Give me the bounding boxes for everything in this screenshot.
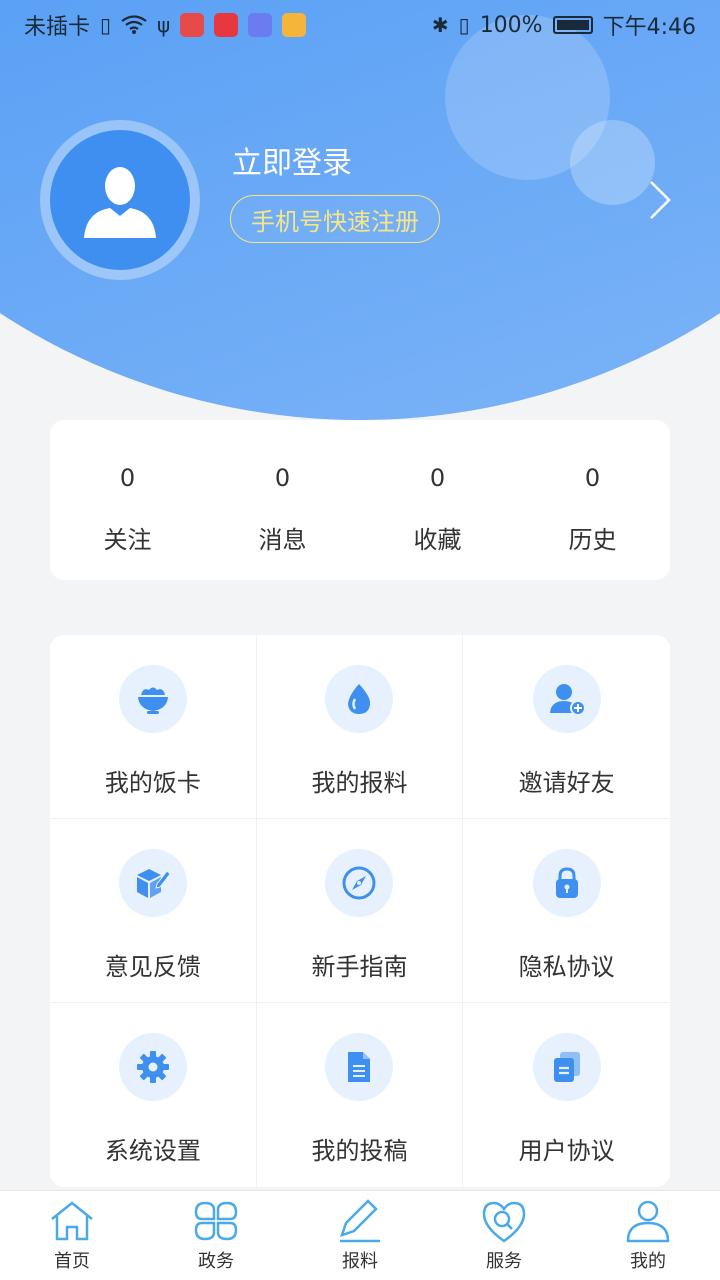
- chevron-right-icon[interactable]: [645, 178, 675, 222]
- nav-tab-report[interactable]: 报料: [288, 1191, 432, 1280]
- stat-value: 0: [274, 464, 291, 492]
- menu-item-label: 我的饭卡: [104, 769, 201, 797]
- food-app-icon: [282, 13, 307, 37]
- status-bar: 未插卡 ▯ ψ ✱ ▯ 100% 下午4:46: [0, 0, 720, 50]
- baidu-app-icon: [180, 13, 205, 37]
- menu-item-my-submissions[interactable]: 我的投稿: [257, 1003, 464, 1187]
- menu-item-label: 新手指南: [311, 953, 408, 981]
- stats-card: 0 关注 0 消息 0 收藏 0 历史: [50, 420, 670, 580]
- heart-search-icon: [482, 1201, 526, 1243]
- stat-messages[interactable]: 0 消息: [205, 420, 360, 580]
- menu-item-my-reports[interactable]: 我的报料: [256, 635, 464, 819]
- avatar[interactable]: [40, 120, 200, 280]
- decor-bubble: [570, 120, 655, 205]
- rice-bowl-icon: [137, 687, 168, 714]
- user-silhouette-icon: [84, 167, 156, 238]
- vibrate-icon: ▯: [458, 13, 470, 37]
- stat-value: 0: [584, 464, 601, 492]
- music-app-icon: [248, 13, 273, 37]
- bluetooth-icon: ✱: [431, 13, 449, 37]
- stat-label: 关注: [103, 526, 152, 554]
- nav-tab-government[interactable]: 政务: [144, 1191, 288, 1280]
- menu-item-label: 隐私协议: [518, 953, 615, 981]
- menu-item-label: 我的投稿: [311, 1137, 408, 1165]
- nav-tab-mine[interactable]: 我的: [576, 1191, 720, 1280]
- compass-icon: [342, 866, 376, 900]
- battery-percent: 100%: [479, 12, 543, 38]
- menu-item-system-settings[interactable]: 系统设置: [50, 1003, 257, 1187]
- bottom-nav: 首页 政务 报料 服务 我的: [0, 1190, 720, 1280]
- stat-label: 历史: [568, 526, 617, 554]
- menu-item-privacy-policy[interactable]: 隐私协议: [463, 819, 670, 1003]
- sim-alert-icon: ▯: [100, 13, 112, 37]
- lock-icon: [555, 867, 578, 898]
- wifi-icon: [121, 15, 147, 34]
- menu-item-label: 意见反馈: [104, 953, 201, 981]
- nav-tab-services[interactable]: 服务: [432, 1191, 576, 1280]
- carrier-label: 未插卡: [24, 15, 91, 40]
- feedback-box-icon: [136, 869, 171, 898]
- stat-value: 0: [119, 464, 136, 492]
- menu-item-label: 邀请好友: [518, 769, 615, 797]
- stat-label: 收藏: [413, 526, 462, 554]
- stacked-docs-icon: [553, 1052, 580, 1082]
- avatar-circle: [50, 130, 190, 270]
- clock: 下午4:46: [602, 15, 696, 40]
- stat-follow[interactable]: 0 关注: [50, 420, 205, 580]
- gear-icon: [136, 1051, 169, 1083]
- home-icon: [51, 1201, 93, 1241]
- usb-icon: ψ: [157, 13, 171, 37]
- menu-item-beginner-guide[interactable]: 新手指南: [256, 819, 464, 1003]
- menu-item-user-agreement[interactable]: 用户协议: [463, 1003, 670, 1187]
- menu-item-meal-card[interactable]: 我的饭卡: [50, 635, 257, 819]
- stat-favorites[interactable]: 0 收藏: [360, 420, 515, 580]
- profile-header: 未插卡 ▯ ψ ✱ ▯ 100% 下午4:46 立即登录 手机号快速注册: [0, 0, 720, 440]
- drop-icon: [348, 684, 371, 714]
- nav-label: 服务: [486, 1251, 522, 1272]
- menu-item-label: 系统设置: [104, 1137, 201, 1165]
- menu-grid: 我的饭卡 我的报料 邀请好友 意见反馈 新手指南 隐私协议 系统设置 我的投稿 …: [50, 635, 670, 1187]
- menu-item-feedback[interactable]: 意见反馈: [50, 819, 257, 1003]
- nav-tab-home[interactable]: 首页: [0, 1191, 144, 1280]
- stat-value: 0: [429, 464, 446, 492]
- clover-icon: [194, 1201, 238, 1241]
- stat-label: 消息: [258, 526, 307, 554]
- battery-icon: [552, 16, 593, 34]
- menu-item-invite-friends[interactable]: 邀请好友: [463, 635, 670, 819]
- pen-icon: [340, 1199, 380, 1243]
- nav-label: 首页: [54, 1251, 90, 1272]
- document-icon: [348, 1052, 371, 1082]
- nav-label: 我的: [630, 1251, 666, 1272]
- nav-label: 报料: [342, 1251, 378, 1272]
- toutiao-app-icon: [214, 13, 239, 37]
- phone-register-button[interactable]: 手机号快速注册: [230, 195, 440, 243]
- login-link[interactable]: 立即登录: [232, 138, 352, 182]
- add-user-icon: [549, 684, 586, 716]
- menu-item-label: 我的报料: [311, 769, 408, 797]
- person-icon: [626, 1200, 670, 1243]
- stat-history[interactable]: 0 历史: [515, 420, 670, 580]
- nav-label: 政务: [198, 1251, 234, 1272]
- menu-item-label: 用户协议: [518, 1137, 615, 1165]
